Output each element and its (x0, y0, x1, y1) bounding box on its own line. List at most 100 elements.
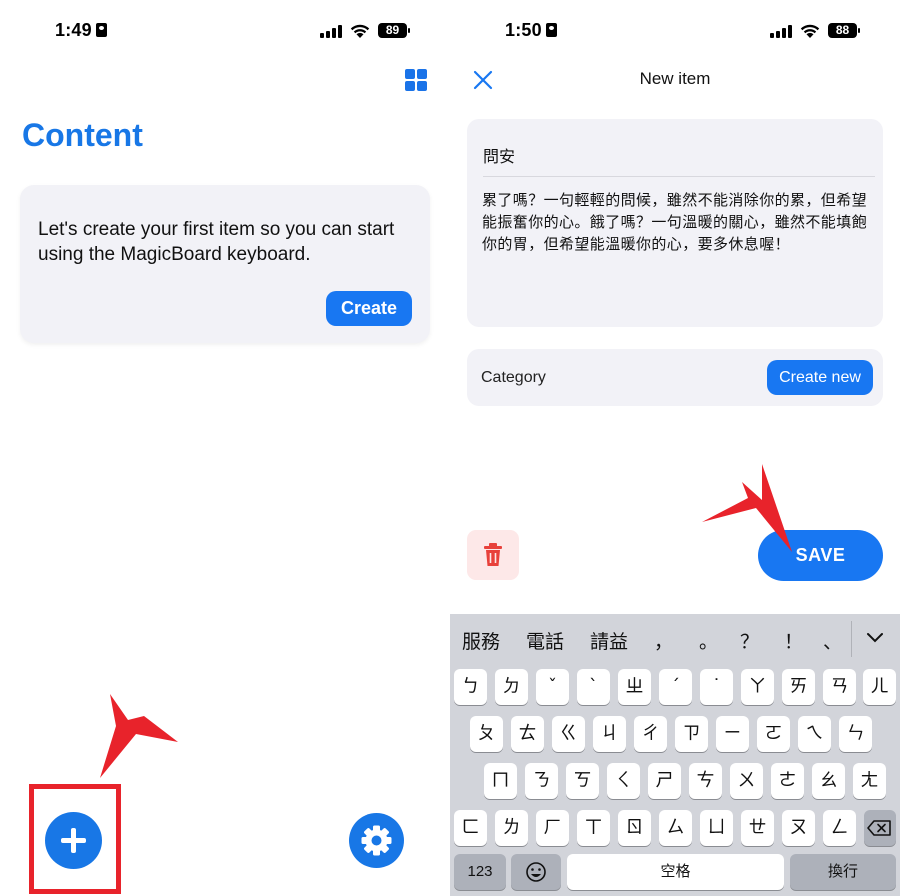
key[interactable]: ㄒ (577, 810, 610, 846)
key[interactable]: ㄆ (470, 716, 503, 752)
key[interactable]: ㄗ (675, 716, 708, 752)
wifi-icon (350, 24, 370, 38)
key[interactable]: ㄍ (552, 716, 585, 752)
key[interactable]: ㄅ (454, 669, 487, 705)
bopomofo-keyboard: 服務 電話 請益 ， 。 ？ ！ 、 ㄅ ㄉ ˇ ˋ ㄓ ˊ ˙ ㄚ ㄞ ㄢ ㄦ (450, 614, 900, 896)
content-screen: 1:49 89 Content Let's create your first … (0, 0, 450, 896)
status-bar: 1:49 89 (0, 18, 450, 44)
status-bar: 1:50 88 (450, 18, 900, 44)
candidate-word[interactable]: 、 (823, 627, 842, 654)
category-row: Category Create new (467, 349, 883, 406)
key[interactable]: ˊ (659, 669, 692, 705)
candidate-word[interactable]: ？ (740, 627, 759, 654)
candidate-word[interactable]: 請益 (590, 627, 628, 654)
candidate-word[interactable]: 。 (699, 627, 718, 654)
close-button[interactable] (472, 69, 494, 91)
pointer-arrow-icon (702, 464, 792, 552)
wifi-icon (800, 24, 820, 38)
key[interactable]: ㄛ (757, 716, 790, 752)
cellular-signal-icon (320, 25, 342, 38)
chevron-down-icon[interactable] (866, 632, 884, 644)
key[interactable]: ㄈ (454, 810, 487, 846)
key-row-bottom: 123 空格 換行 (450, 854, 900, 890)
key[interactable]: ㄋ (525, 763, 558, 799)
key[interactable]: ㄉ (495, 669, 528, 705)
key[interactable]: ㄇ (484, 763, 517, 799)
key[interactable]: ㄠ (812, 763, 845, 799)
key[interactable]: ˋ (577, 669, 610, 705)
key-row-4: ㄈ ㄌ ㄏ ㄒ ㄖ ㄙ ㄩ ㄝ ㄡ ㄥ (450, 810, 900, 846)
status-time: 1:49 (55, 20, 107, 41)
key[interactable]: ㄌ (495, 810, 528, 846)
key[interactable]: ㄑ (607, 763, 640, 799)
key[interactable]: ㄔ (634, 716, 667, 752)
key[interactable]: ㄜ (771, 763, 804, 799)
key[interactable]: ㄐ (593, 716, 626, 752)
settings-button[interactable] (349, 813, 404, 868)
emoji-key[interactable] (511, 854, 561, 890)
pointer-arrow-icon (100, 694, 178, 778)
key[interactable]: ㄓ (618, 669, 651, 705)
candidate-word[interactable]: ， (654, 627, 673, 654)
key-row-3: ㄇ ㄋ ㄎ ㄑ ㄕ ㄘ ㄨ ㄜ ㄠ ㄤ (450, 763, 900, 799)
cellular-signal-icon (770, 25, 792, 38)
id-badge-icon (545, 23, 557, 37)
key[interactable]: ㄧ (716, 716, 749, 752)
emoji-icon (526, 862, 546, 882)
candidate-word[interactable]: ！ (784, 627, 803, 654)
item-editor-card: 問安 累了嗎？一句輕輕的問候，雖然不能消除你的累，但希望能振奮你的心。餓了嗎？一… (467, 119, 883, 327)
close-icon (473, 70, 493, 90)
id-badge-icon (95, 23, 107, 37)
key-row-1: ㄅ ㄉ ˇ ˋ ㄓ ˊ ˙ ㄚ ㄞ ㄢ ㄦ (450, 669, 900, 705)
delete-button[interactable] (467, 530, 519, 580)
key-row-2: ㄆ ㄊ ㄍ ㄐ ㄔ ㄗ ㄧ ㄛ ㄟ ㄣ (450, 716, 900, 752)
key[interactable]: ˙ (700, 669, 733, 705)
key[interactable]: ㄦ (863, 669, 896, 705)
battery-indicator: 88 (828, 23, 860, 38)
candidate-word[interactable]: 電話 (526, 627, 564, 654)
backspace-key[interactable] (864, 810, 896, 846)
key[interactable]: ˇ (536, 669, 569, 705)
numbers-key[interactable]: 123 (454, 854, 506, 890)
create-button[interactable]: Create (326, 291, 412, 326)
key[interactable]: ㄙ (659, 810, 692, 846)
key[interactable]: ㄡ (782, 810, 815, 846)
return-key[interactable]: 換行 (790, 854, 896, 890)
key[interactable]: ㄎ (566, 763, 599, 799)
key[interactable]: ㄊ (511, 716, 544, 752)
key[interactable]: ㄥ (823, 810, 856, 846)
gear-icon (361, 825, 392, 856)
space-key[interactable]: 空格 (567, 854, 784, 890)
key[interactable]: ㄝ (741, 810, 774, 846)
new-item-screen: 1:50 88 New item 問安 累了嗎？一句輕輕的問候，雖然不能消除你的… (450, 0, 900, 896)
add-item-button[interactable] (45, 812, 102, 869)
item-content-textarea[interactable]: 累了嗎？一句輕輕的問候，雖然不能消除你的累，但希望能振奮你的心。餓了嗎？一句溫暖… (482, 190, 874, 256)
divider (483, 176, 875, 177)
backspace-icon (867, 820, 891, 836)
key[interactable]: ㄚ (741, 669, 774, 705)
candidate-bar: 服務 電話 請益 ， 。 ？ ！ 、 (450, 614, 900, 664)
key[interactable]: ㄢ (823, 669, 856, 705)
grid-view-button[interactable] (405, 69, 427, 91)
key[interactable]: ㄞ (782, 669, 815, 705)
category-label: Category (481, 369, 546, 386)
key[interactable]: ㄟ (798, 716, 831, 752)
key[interactable]: ㄏ (536, 810, 569, 846)
divider (851, 621, 852, 657)
key[interactable]: ㄩ (700, 810, 733, 846)
nav-title: New item (639, 69, 711, 88)
page-title: Content (22, 117, 143, 153)
status-time: 1:50 (505, 20, 557, 41)
key[interactable]: ㄨ (730, 763, 763, 799)
item-name-field[interactable]: 問安 (483, 143, 515, 167)
key[interactable]: ㄤ (853, 763, 886, 799)
candidate-word[interactable]: 服務 (462, 627, 500, 654)
battery-indicator: 89 (378, 23, 410, 38)
key[interactable]: ㄣ (839, 716, 872, 752)
key[interactable]: ㄘ (689, 763, 722, 799)
key[interactable]: ㄕ (648, 763, 681, 799)
create-category-button[interactable]: Create new (767, 360, 873, 395)
empty-state-card: Let's create your first item so you can … (20, 185, 430, 343)
empty-state-text: Let's create your first item so you can … (38, 219, 395, 265)
key[interactable]: ㄖ (618, 810, 651, 846)
